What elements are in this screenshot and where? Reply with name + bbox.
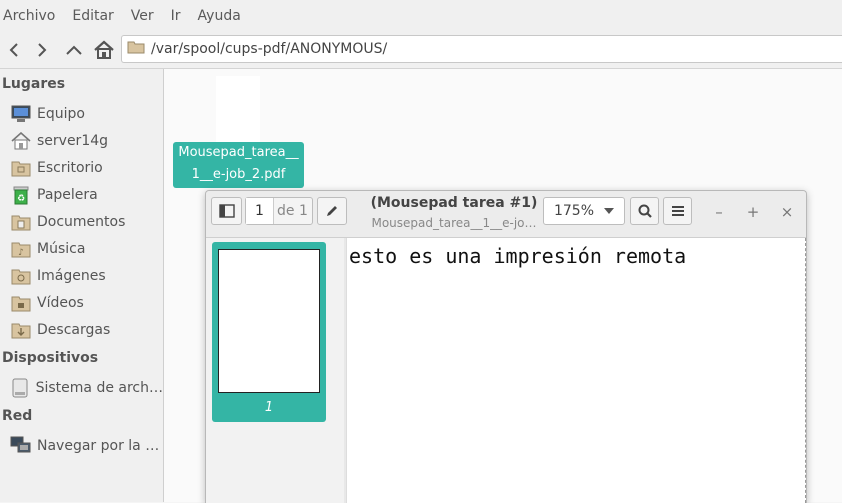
- location-bar[interactable]: /var/spool/cups-pdf/ANONYMOUS/: [121, 35, 842, 63]
- network-title: Red: [2, 408, 33, 424]
- sidebar-item-papelera[interactable]: ♻ Papelera: [0, 181, 163, 208]
- svg-text:♪: ♪: [18, 248, 24, 258]
- devices-title: Dispositivos: [2, 350, 99, 366]
- sidebar-item-descargas[interactable]: Descargas: [0, 316, 163, 343]
- pdf-file-thumbnail[interactable]: [216, 76, 260, 146]
- viewer-headerbar: 1 de 1 (Mousepad tarea #1) Mousepad_tare…: [206, 191, 806, 238]
- home-button[interactable]: [90, 36, 118, 64]
- home-icon: [94, 40, 114, 59]
- sidebar-item-label: Descargas: [37, 321, 111, 338]
- sidebar-toggle-button[interactable]: [211, 197, 242, 225]
- menu-ayuda[interactable]: Ayuda: [198, 8, 241, 24]
- close-icon: ×: [780, 203, 794, 221]
- sidebar-item-imagenes[interactable]: Imágenes: [0, 262, 163, 289]
- places-title: Lugares: [2, 76, 66, 92]
- minimize-icon: –: [715, 203, 723, 221]
- page-total: de 1: [277, 203, 308, 219]
- pdf-viewer-window: 1 de 1 (Mousepad tarea #1) Mousepad_tare…: [205, 190, 807, 503]
- up-button[interactable]: [60, 36, 88, 64]
- sidebar-item-network[interactable]: Navegar por la …: [0, 432, 163, 459]
- document-page[interactable]: esto es una impresión remota: [346, 238, 806, 503]
- up-icon: [66, 45, 82, 55]
- file-name-line2: 1__e-job_2.pdf: [191, 167, 286, 182]
- menu-ver[interactable]: Ver: [131, 8, 154, 24]
- places-sidebar: Lugares Equipo server14g Escritorio ♻ Pa…: [0, 69, 164, 502]
- drive-icon: [10, 378, 31, 398]
- viewer-title: (Mousepad tarea #1): [370, 195, 538, 211]
- trash-icon: ♻: [10, 185, 32, 205]
- documents-folder-icon: [10, 212, 32, 232]
- back-button[interactable]: [0, 36, 28, 64]
- folder-icon: [127, 39, 145, 59]
- search-icon: [638, 204, 652, 218]
- sidebar-item-label: Imágenes: [37, 267, 106, 284]
- pencil-icon: [327, 206, 337, 216]
- sidebar-item-label: Documentos: [37, 213, 126, 230]
- menu-editar[interactable]: Editar: [72, 8, 113, 24]
- forward-icon: [38, 43, 47, 57]
- sidebar-item-label: Navegar por la …: [37, 437, 160, 454]
- sidebar-item-escritorio[interactable]: Escritorio: [0, 154, 163, 181]
- page-thumbnail[interactable]: 1: [212, 242, 326, 422]
- back-icon: [9, 43, 18, 57]
- sidebar-item-equipo[interactable]: Equipo: [0, 100, 163, 127]
- sidebar-item-documentos[interactable]: Documentos: [0, 208, 163, 235]
- sidebar-item-musica[interactable]: ♪ Música: [0, 235, 163, 262]
- maximize-icon: +: [746, 203, 760, 221]
- thumbnail-page-number: 1: [264, 400, 274, 415]
- file-item-label[interactable]: Mousepad_tarea__ 1__e-job_2.pdf: [173, 142, 304, 188]
- search-button[interactable]: [630, 197, 659, 225]
- toolbar: /var/spool/cups-pdf/ANONYMOUS/: [0, 32, 842, 69]
- network-icon: [10, 436, 32, 456]
- home-icon: [10, 131, 32, 151]
- forward-button[interactable]: [28, 36, 56, 64]
- sidebar-item-label: Vídeos: [37, 294, 84, 311]
- sidebar-item-label: Sistema de arch…: [35, 379, 163, 396]
- file-name-line1: Mousepad_tarea__: [178, 145, 299, 160]
- desktop-folder-icon: [10, 158, 32, 178]
- music-folder-icon: ♪: [10, 239, 32, 259]
- zoom-dropdown[interactable]: 175%: [543, 197, 625, 225]
- maximize-button[interactable]: +: [743, 203, 763, 221]
- zoom-value: 175%: [553, 203, 595, 219]
- page-number-input[interactable]: 1: [246, 198, 274, 224]
- location-path: /var/spool/cups-pdf/ANONYMOUS/: [151, 41, 388, 57]
- hamburger-menu-icon: [671, 206, 684, 216]
- downloads-folder-icon: [10, 320, 32, 340]
- annotate-button[interactable]: [317, 197, 347, 225]
- dropdown-arrow-icon: [604, 208, 615, 214]
- thumbnail-sidebar: 1: [206, 238, 344, 503]
- thumbnail-page-preview: [218, 249, 320, 393]
- sidebar-toggle-icon: [218, 204, 235, 218]
- menu-bar: Archivo Editar Ver Ir Ayuda: [0, 0, 842, 32]
- sidebar-item-label: Escritorio: [37, 159, 103, 176]
- videos-folder-icon: [10, 293, 32, 313]
- minimize-button[interactable]: –: [709, 203, 729, 221]
- sidebar-item-label: Música: [37, 240, 86, 257]
- sidebar-item-label: Equipo: [37, 105, 85, 122]
- sidebar-item-label: Papelera: [37, 186, 98, 203]
- viewer-subtitle: Mousepad_tarea__1__e-jo…: [371, 216, 537, 230]
- sidebar-item-label: server14g: [37, 132, 109, 149]
- document-text: esto es una impresión remota: [349, 244, 687, 268]
- page-selector[interactable]: 1 de 1: [245, 197, 313, 225]
- computer-icon: [10, 104, 32, 124]
- menu-ir[interactable]: Ir: [171, 8, 181, 24]
- sidebar-item-videos[interactable]: Vídeos: [0, 289, 163, 316]
- sidebar-item-filesystem[interactable]: Sistema de arch…: [0, 374, 163, 401]
- svg-text:♻: ♻: [17, 194, 25, 204]
- pictures-folder-icon: [10, 266, 32, 286]
- sidebar-item-server14g[interactable]: server14g: [0, 127, 163, 154]
- menu-button[interactable]: [663, 197, 692, 225]
- menu-archivo[interactable]: Archivo: [3, 8, 55, 24]
- close-button[interactable]: ×: [777, 203, 797, 221]
